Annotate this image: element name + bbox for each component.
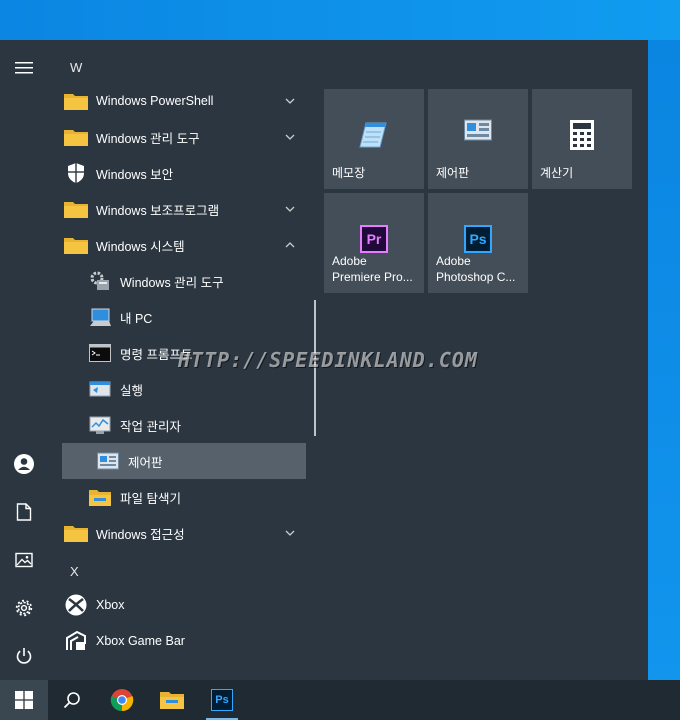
list-item-file-explorer[interactable]: 파일 탐색기 bbox=[48, 479, 306, 515]
folder-icon bbox=[64, 89, 88, 113]
search-button[interactable] bbox=[48, 680, 96, 720]
chevron-down-icon bbox=[285, 530, 295, 536]
photoshop-icon: Ps bbox=[464, 225, 492, 253]
user-account-button[interactable] bbox=[0, 440, 48, 488]
task-manager-icon bbox=[88, 413, 112, 437]
list-item-label: Xbox bbox=[96, 598, 125, 612]
pictures-button[interactable] bbox=[0, 536, 48, 584]
list-item-windows-system[interactable]: Windows 시스템 bbox=[48, 227, 306, 263]
list-item-label: 실행 bbox=[120, 383, 144, 398]
folder-icon bbox=[64, 197, 88, 221]
xbox-game-bar-icon bbox=[64, 629, 88, 653]
tile-label: 계산기 bbox=[540, 166, 574, 180]
taskbar-photoshop[interactable]: Ps bbox=[198, 680, 246, 720]
list-item-label: Windows 관리 도구 bbox=[96, 131, 200, 146]
taskbar-chrome[interactable] bbox=[98, 680, 146, 720]
desktop-background bbox=[0, 0, 680, 40]
hamburger-icon bbox=[15, 62, 33, 74]
chevron-down-icon bbox=[285, 206, 295, 212]
tile-label: Adobe Photoshop C... bbox=[436, 254, 516, 284]
chevron-up-icon bbox=[285, 242, 295, 248]
shield-icon bbox=[64, 161, 88, 185]
calculator-icon bbox=[570, 120, 594, 150]
list-item-label: Windows 관리 도구 bbox=[120, 275, 224, 290]
list-item-label: Windows 시스템 bbox=[96, 239, 185, 254]
list-item-label: Windows PowerShell bbox=[96, 94, 214, 108]
tile-premiere-pro[interactable]: Pr Adobe Premiere Pro... bbox=[324, 193, 424, 293]
letter-header-w[interactable]: W bbox=[70, 60, 82, 75]
list-item-xbox[interactable]: Xbox bbox=[48, 587, 306, 623]
picture-icon bbox=[15, 552, 33, 568]
list-item-windows-accessibility[interactable]: Windows 접근성 bbox=[48, 515, 306, 551]
tile-notepad[interactable]: 메모장 bbox=[324, 89, 424, 189]
folder-icon bbox=[64, 521, 88, 545]
file-explorer-icon bbox=[160, 692, 184, 709]
start-menu-rail bbox=[0, 40, 48, 680]
taskbar-file-explorer[interactable] bbox=[148, 680, 196, 720]
list-item-label: 내 PC bbox=[120, 311, 153, 326]
file-explorer-icon bbox=[88, 485, 112, 509]
watermark-text: HTTP://SPEEDINKLAND.COM bbox=[178, 348, 478, 372]
list-item-windows-admin-tools[interactable]: Windows 관리 도구 bbox=[48, 263, 306, 299]
list-item-this-pc[interactable]: 내 PC bbox=[48, 299, 306, 335]
run-icon bbox=[88, 377, 112, 401]
tile-control-panel[interactable]: 제어판 bbox=[428, 89, 528, 189]
power-icon bbox=[16, 648, 32, 664]
user-icon bbox=[14, 454, 34, 474]
list-item-label: 작업 관리자 bbox=[120, 419, 181, 434]
gear-icon bbox=[15, 599, 33, 617]
folder-icon bbox=[64, 233, 88, 257]
document-icon bbox=[16, 503, 32, 521]
start-button[interactable] bbox=[0, 680, 48, 720]
list-item-label: 제어판 bbox=[128, 455, 163, 470]
notepad-icon bbox=[359, 122, 387, 148]
list-item-xbox-game-bar[interactable]: Xbox Game Bar bbox=[48, 623, 306, 659]
chevron-down-icon bbox=[285, 98, 295, 104]
list-item-label: Windows 접근성 bbox=[96, 527, 185, 542]
tile-photoshop[interactable]: Ps Adobe Photoshop C... bbox=[428, 193, 528, 293]
photoshop-icon: Ps bbox=[211, 689, 233, 711]
settings-button[interactable] bbox=[0, 584, 48, 632]
tile-label: 제어판 bbox=[436, 166, 470, 180]
this-pc-icon bbox=[88, 305, 112, 329]
list-item-label: 파일 탐색기 bbox=[120, 491, 181, 506]
list-item-label: Windows 보안 bbox=[96, 167, 174, 182]
list-item-control-panel[interactable]: 제어판 bbox=[62, 443, 306, 479]
expand-menu-button[interactable] bbox=[0, 44, 48, 92]
control-panel-icon bbox=[96, 449, 120, 473]
xbox-icon bbox=[64, 593, 88, 617]
control-panel-icon bbox=[464, 119, 492, 141]
folder-icon bbox=[64, 125, 88, 149]
chrome-icon bbox=[110, 689, 134, 712]
cmd-icon bbox=[88, 341, 112, 365]
tile-calculator[interactable]: 계산기 bbox=[532, 89, 632, 189]
premiere-pro-icon: Pr bbox=[360, 225, 388, 253]
windows-logo-icon bbox=[15, 691, 33, 709]
list-item-windows-security[interactable]: Windows 보안 bbox=[48, 155, 306, 191]
list-item-task-manager[interactable]: 작업 관리자 bbox=[48, 407, 306, 443]
search-icon bbox=[63, 692, 80, 709]
tile-label: 메모장 bbox=[332, 166, 366, 180]
list-item-label: Windows 보조프로그램 bbox=[96, 203, 220, 218]
admin-tools-icon bbox=[88, 269, 112, 293]
power-button[interactable] bbox=[0, 632, 48, 680]
taskbar: Ps bbox=[0, 680, 680, 720]
list-item-windows-powershell[interactable]: Windows PowerShell bbox=[48, 83, 306, 119]
list-item-windows-accessories[interactable]: Windows 보조프로그램 bbox=[48, 191, 306, 227]
documents-button[interactable] bbox=[0, 488, 48, 536]
tile-label: Adobe Premiere Pro... bbox=[332, 254, 413, 284]
list-item-windows-admin-tools-folder[interactable]: Windows 관리 도구 bbox=[48, 119, 306, 155]
letter-header-x[interactable]: X bbox=[70, 564, 79, 579]
chevron-down-icon bbox=[285, 134, 295, 140]
list-item-label: Xbox Game Bar bbox=[96, 634, 185, 648]
list-item-run[interactable]: 실행 bbox=[48, 371, 306, 407]
